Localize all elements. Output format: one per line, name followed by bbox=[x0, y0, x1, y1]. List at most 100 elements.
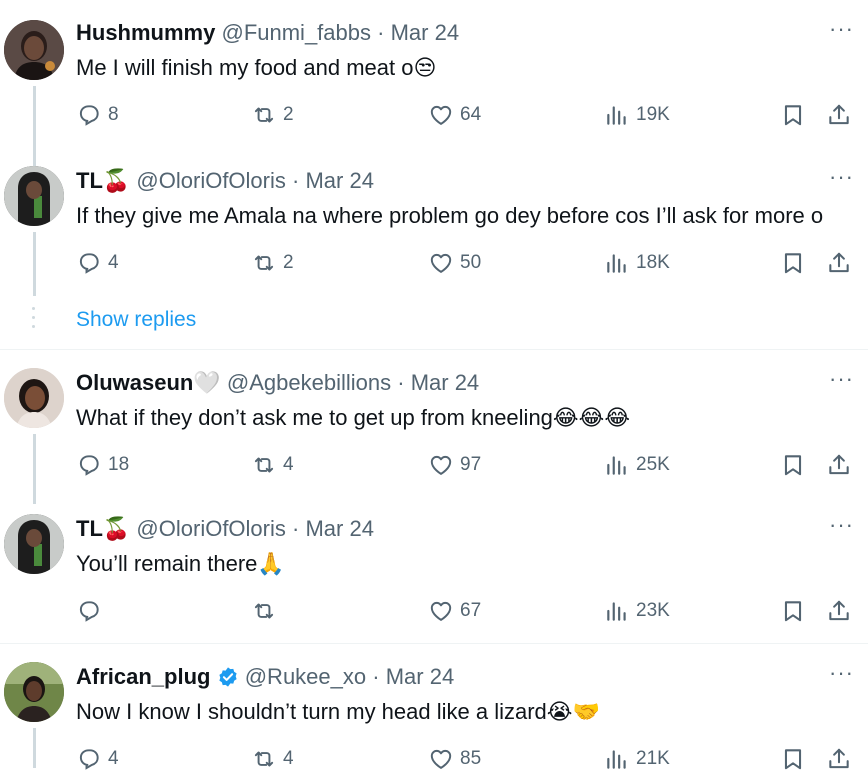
view-count: 18K bbox=[636, 252, 670, 273]
tweet-date[interactable]: Mar 24 bbox=[411, 370, 479, 395]
reply-count: 4 bbox=[108, 252, 119, 273]
reply-button[interactable]: 4 bbox=[76, 744, 119, 774]
retweet-button[interactable]: 2 bbox=[251, 248, 294, 278]
show-replies-link[interactable]: Show replies bbox=[76, 308, 196, 332]
bookmark-icon bbox=[780, 746, 806, 772]
display-name[interactable]: African_plug bbox=[76, 664, 210, 689]
like-button[interactable]: 97 bbox=[428, 450, 481, 480]
share-button[interactable] bbox=[826, 744, 852, 774]
reply-icon bbox=[76, 452, 102, 478]
bookmark-button[interactable] bbox=[780, 100, 806, 130]
reply-icon bbox=[76, 598, 102, 624]
display-name[interactable]: TL bbox=[76, 168, 103, 193]
separator: · bbox=[292, 516, 300, 541]
thread-line bbox=[33, 232, 36, 296]
like-button[interactable]: 67 bbox=[428, 596, 481, 626]
like-button[interactable]: 50 bbox=[428, 248, 481, 278]
tweet-text: What if they don’t ask me to get up from… bbox=[76, 403, 630, 433]
avatar[interactable] bbox=[4, 166, 64, 226]
retweet-button[interactable]: 4 bbox=[251, 450, 294, 480]
tweet-text-body: If they give me Amala na where problem g… bbox=[76, 203, 824, 228]
view-count: 25K bbox=[636, 454, 670, 475]
more-options-icon[interactable]: ··· bbox=[829, 368, 854, 398]
views-button[interactable]: 18K bbox=[604, 248, 670, 278]
more-options-icon[interactable]: ··· bbox=[829, 166, 854, 196]
emoji: 🙏 bbox=[257, 551, 285, 576]
user-handle[interactable]: @Agbekebillions bbox=[227, 370, 391, 395]
tweet-date[interactable]: Mar 24 bbox=[391, 20, 459, 45]
cherry-emoji: 🍒 bbox=[102, 516, 131, 541]
reply-button[interactable]: 4 bbox=[76, 248, 119, 278]
share-icon bbox=[826, 452, 852, 478]
user-handle[interactable]: @OloriOfOloris bbox=[136, 168, 285, 193]
reply-button[interactable]: 8 bbox=[76, 100, 119, 130]
like-count: 50 bbox=[460, 252, 482, 273]
avatar[interactable] bbox=[4, 514, 64, 574]
user-handle[interactable]: @OloriOfOloris bbox=[136, 516, 285, 541]
avatar[interactable] bbox=[4, 20, 64, 80]
reply-button[interactable] bbox=[76, 596, 108, 626]
views-icon bbox=[604, 250, 630, 276]
share-button[interactable] bbox=[826, 596, 852, 626]
retweet-button[interactable]: 4 bbox=[251, 744, 294, 774]
views-button[interactable]: 25K bbox=[604, 450, 670, 480]
avatar[interactable] bbox=[4, 662, 64, 722]
reply-button[interactable]: 18 bbox=[76, 450, 129, 480]
tweet-actions: 4 2 50 18K bbox=[76, 248, 856, 278]
like-count: 85 bbox=[460, 748, 482, 769]
share-button[interactable] bbox=[826, 450, 852, 480]
bookmark-button[interactable] bbox=[780, 744, 806, 774]
retweet-button[interactable]: 2 bbox=[251, 100, 294, 130]
share-icon bbox=[826, 598, 852, 624]
views-button[interactable]: 19K bbox=[604, 100, 670, 130]
white-heart-emoji: 🤍 bbox=[193, 370, 221, 395]
tweet-text: Me I will finish my food and meat o😒 bbox=[76, 53, 436, 83]
tweet-text-body: Now I know I shouldn’t turn my head like… bbox=[76, 699, 547, 724]
share-button[interactable] bbox=[826, 248, 852, 278]
heart-icon bbox=[428, 452, 454, 478]
tweet-date[interactable]: Mar 24 bbox=[305, 516, 373, 541]
views-icon bbox=[604, 102, 630, 128]
like-count: 64 bbox=[460, 104, 482, 125]
tweet-date[interactable]: Mar 24 bbox=[386, 664, 454, 689]
like-count: 97 bbox=[460, 454, 482, 475]
more-options-icon[interactable]: ··· bbox=[829, 18, 854, 48]
bookmark-button[interactable] bbox=[780, 596, 806, 626]
views-icon bbox=[604, 452, 630, 478]
thread-dots bbox=[32, 307, 36, 334]
retweet-button[interactable] bbox=[251, 596, 283, 626]
view-count: 19K bbox=[636, 104, 670, 125]
reply-icon bbox=[76, 250, 102, 276]
display-name[interactable]: TL bbox=[76, 516, 103, 541]
tweet-actions: 18 4 97 25K bbox=[76, 450, 856, 480]
bookmark-button[interactable] bbox=[780, 450, 806, 480]
reply-icon bbox=[76, 746, 102, 772]
more-options-icon[interactable]: ··· bbox=[829, 514, 854, 544]
reply-icon bbox=[76, 102, 102, 128]
bookmark-button[interactable] bbox=[780, 248, 806, 278]
user-handle[interactable]: @Funmi_fabbs bbox=[221, 20, 371, 45]
retweet-icon bbox=[251, 452, 277, 478]
retweet-count: 4 bbox=[283, 748, 294, 769]
more-options-icon[interactable]: ··· bbox=[829, 662, 854, 692]
tweet-text: If they give me Amala na where problem g… bbox=[76, 201, 823, 231]
tweet-date[interactable]: Mar 24 bbox=[305, 168, 373, 193]
user-handle[interactable]: @Rukee_xo bbox=[245, 664, 366, 689]
share-button[interactable] bbox=[826, 100, 852, 130]
share-icon bbox=[826, 746, 852, 772]
tweet-actions: 67 23K bbox=[76, 596, 856, 626]
avatar[interactable] bbox=[4, 368, 64, 428]
verified-badge-icon bbox=[217, 663, 239, 693]
heart-icon bbox=[428, 250, 454, 276]
views-button[interactable]: 23K bbox=[604, 596, 670, 626]
separator: · bbox=[397, 370, 405, 395]
like-button[interactable]: 64 bbox=[428, 100, 481, 130]
views-button[interactable]: 21K bbox=[604, 744, 670, 774]
tweet-header: TL🍒 @OloriOfOloris · Mar 24 bbox=[76, 166, 374, 196]
display-name[interactable]: Hushmummy bbox=[76, 20, 215, 45]
heart-icon bbox=[428, 746, 454, 772]
like-button[interactable]: 85 bbox=[428, 744, 481, 774]
display-name[interactable]: Oluwaseun bbox=[76, 370, 193, 395]
view-count: 21K bbox=[636, 748, 670, 769]
heart-icon bbox=[428, 102, 454, 128]
